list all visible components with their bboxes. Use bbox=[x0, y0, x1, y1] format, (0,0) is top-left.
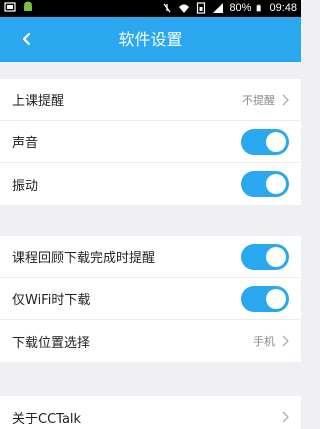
download-complete-reminder-label: 课程回顾下载完成时提醒 bbox=[12, 251, 156, 266]
sound-toggle[interactable] bbox=[241, 128, 289, 155]
signal-icon bbox=[213, 3, 224, 13]
toggle-knob bbox=[266, 174, 286, 194]
chevron-right-icon bbox=[282, 94, 289, 105]
vibration-toggle[interactable] bbox=[241, 171, 289, 197]
sound-row: 声音 bbox=[0, 121, 301, 163]
class-reminder-value: 不提醒 bbox=[242, 93, 275, 107]
wifi-only-label: 仅WiFi时下载 bbox=[12, 293, 91, 308]
download-location-value: 手机 bbox=[253, 335, 275, 348]
battery-icon bbox=[257, 4, 262, 12]
back-arrow-icon[interactable] bbox=[18, 30, 36, 48]
app-bar: 软件设置 bbox=[0, 17, 301, 62]
sim-icon bbox=[197, 2, 206, 14]
wifi-icon bbox=[179, 4, 190, 13]
notification-icon bbox=[4, 2, 16, 12]
mute-icon bbox=[163, 3, 171, 13]
download-location-label: 下载位置选择 bbox=[12, 335, 91, 351]
download-location-row[interactable]: 下载位置选择 手机 bbox=[0, 320, 301, 362]
download-complete-reminder-row: 课程回顾下载完成时提醒 bbox=[0, 236, 301, 278]
download-complete-reminder-toggle[interactable] bbox=[241, 243, 289, 270]
sound-label: 声音 bbox=[12, 136, 39, 151]
page-title: 软件设置 bbox=[118, 30, 183, 49]
toggle-knob bbox=[266, 246, 286, 267]
chevron-right-icon bbox=[282, 335, 289, 347]
download-settings-group: 课程回顾下载完成时提醒 仅WiFi时下载 下载位置选择 手机 bbox=[0, 236, 301, 362]
status-bar: 80% 09:48 bbox=[0, 0, 301, 17]
about-group: 关于CCTalk bbox=[0, 396, 301, 429]
clock: 09:48 bbox=[269, 2, 297, 14]
wifi-only-row: 仅WiFi时下载 bbox=[0, 278, 301, 320]
vibration-label: 振动 bbox=[12, 178, 39, 194]
toggle-knob bbox=[266, 288, 286, 309]
chevron-right-icon bbox=[282, 411, 289, 423]
reminder-settings-group: 上课提醒 不提醒 声音 振动 bbox=[0, 79, 301, 205]
about-row[interactable]: 关于CCTalk bbox=[0, 396, 301, 429]
class-reminder-label: 上课提醒 bbox=[12, 94, 65, 109]
battery-percent: 80% bbox=[229, 2, 252, 14]
toggle-knob bbox=[266, 131, 286, 152]
wifi-only-toggle[interactable] bbox=[241, 285, 289, 312]
android-icon bbox=[24, 1, 32, 11]
vibration-row: 振动 bbox=[0, 163, 301, 205]
about-label: 关于CCTalk bbox=[12, 411, 82, 427]
class-reminder-row[interactable]: 上课提醒 不提醒 bbox=[0, 79, 301, 121]
